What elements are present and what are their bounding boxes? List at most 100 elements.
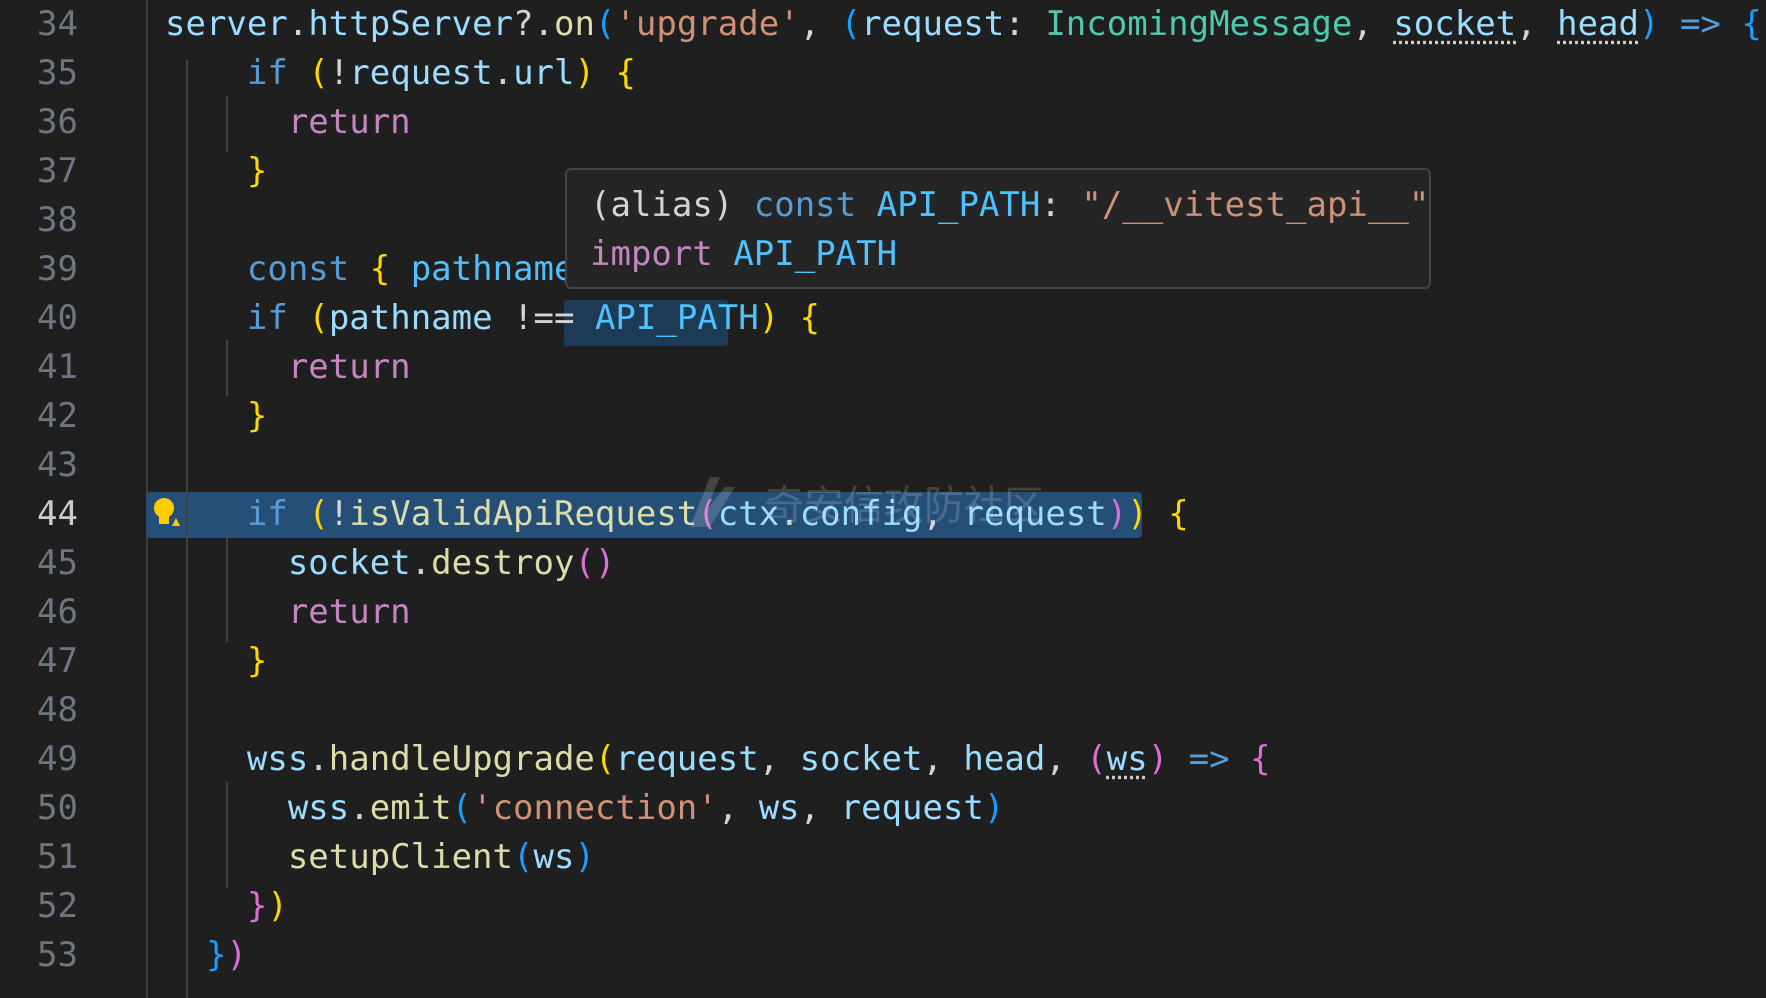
code-token: ,	[758, 739, 800, 779]
line-number: 42	[37, 396, 78, 436]
lightbulb-icon[interactable]	[150, 496, 184, 530]
code-line[interactable]: 46 return	[0, 588, 1766, 637]
hover-token: import	[590, 234, 713, 274]
code-line[interactable]: 34 server.httpServer?.on('upgrade', (requ…	[0, 0, 1766, 49]
code-token: ,	[1045, 739, 1087, 779]
code-token: httpServer	[308, 4, 514, 44]
code-token: wss	[246, 739, 309, 779]
code-token: :	[1004, 4, 1046, 44]
code-text: wss.handleUpgrade(request, socket, head,…	[165, 735, 1271, 784]
code-token: wss	[287, 788, 350, 828]
code-token: if	[246, 298, 288, 338]
code-token: return	[287, 347, 411, 387]
code-text: if (!request.url) {	[165, 49, 636, 98]
code-token: handleUpgrade	[328, 739, 595, 779]
code-text: }	[165, 637, 267, 686]
line-number: 35	[37, 53, 78, 93]
code-line[interactable]: 50 wss.emit('connection', ws, request)	[0, 784, 1766, 833]
line-number: 50	[37, 788, 78, 828]
code-token: ,	[922, 739, 964, 779]
code-line[interactable]: 41 return	[0, 343, 1766, 392]
code-token: )	[574, 53, 595, 93]
code-token: .	[287, 4, 309, 44]
code-line[interactable]: 40 if (pathname !== API_PATH) {	[0, 294, 1766, 343]
code-text: server.httpServer?.on('upgrade', (reques…	[165, 0, 1762, 49]
code-line[interactable]: 36 return	[0, 98, 1766, 147]
line-number: 51	[37, 837, 78, 877]
hover-import: import API_PATH	[590, 230, 897, 279]
code-line[interactable]: 47 }	[0, 637, 1766, 686]
line-number: 38	[37, 200, 78, 240]
code-token: head	[963, 739, 1046, 779]
hover-tooltip[interactable]: (alias) const API_PATH: "/__vitest_api__…	[565, 168, 1431, 289]
code-token: .	[410, 543, 432, 583]
line-number: 46	[37, 592, 78, 632]
code-token: on	[553, 4, 595, 44]
code-line[interactable]: 52 })	[0, 882, 1766, 931]
code-token: )	[1127, 494, 1148, 534]
code-token: {	[799, 298, 821, 338]
code-token: ctx	[717, 494, 780, 534]
code-token: ws	[1106, 739, 1148, 779]
code-line[interactable]: 44 if (!isValidApiRequest(ctx.config, re…	[0, 490, 1766, 539]
code-token: }	[246, 641, 268, 681]
code-token: (	[594, 739, 616, 779]
code-token: pathname	[410, 249, 575, 289]
code-line[interactable]: 43	[0, 441, 1766, 490]
hover-token: const	[753, 185, 857, 225]
code-token: (	[1086, 739, 1107, 779]
code-token: !==	[492, 298, 595, 338]
code-line[interactable]: 35 if (!request.url) {	[0, 49, 1766, 98]
code-token: .	[492, 53, 514, 93]
code-token: destroy	[431, 543, 575, 583]
code-token: (	[697, 494, 718, 534]
code-token: ,	[922, 494, 964, 534]
code-token: if	[246, 53, 288, 93]
code-text: setupClient(ws)	[165, 833, 595, 882]
code-token: setupClient	[287, 837, 513, 877]
code-token: {	[1741, 4, 1762, 44]
line-number: 49	[37, 739, 78, 779]
hover-token: "/__vitest_api__"	[1081, 185, 1430, 225]
code-token: return	[287, 592, 411, 632]
code-token: }	[205, 935, 227, 975]
code-token: {	[369, 249, 391, 289]
line-number: 41	[37, 347, 78, 387]
code-line[interactable]: 53 })	[0, 931, 1766, 980]
line-number: 45	[37, 543, 78, 583]
code-line[interactable]: 48	[0, 686, 1766, 735]
code-editor[interactable]: 34 server.httpServer?.on('upgrade', (requ…	[0, 0, 1766, 998]
code-token: server	[165, 4, 288, 44]
code-token: !	[328, 53, 350, 93]
code-token: }	[246, 151, 268, 191]
code-token: )	[983, 788, 1005, 828]
code-token: )	[226, 935, 247, 975]
code-line[interactable]: 42 }	[0, 392, 1766, 441]
line-number: 48	[37, 690, 78, 730]
code-text: if (pathname !== API_PATH) {	[165, 294, 820, 343]
code-token: ,	[799, 4, 841, 44]
line-number: 53	[37, 935, 78, 975]
hover-token	[713, 234, 733, 274]
code-token: ,	[717, 788, 759, 828]
code-token: (	[840, 4, 862, 44]
code-text: if (!isValidApiRequest(ctx.config, reque…	[165, 490, 1189, 539]
code-text: wss.emit('connection', ws, request)	[165, 784, 1005, 833]
code-line[interactable]: 51 setupClient(ws)	[0, 833, 1766, 882]
code-line[interactable]: 49 wss.handleUpgrade(request, socket, he…	[0, 735, 1766, 784]
line-number: 40	[37, 298, 78, 338]
code-token: )	[574, 837, 595, 877]
code-token: 'connection'	[472, 788, 718, 828]
code-token: (	[594, 4, 616, 44]
code-line[interactable]: 45 socket.destroy()	[0, 539, 1766, 588]
